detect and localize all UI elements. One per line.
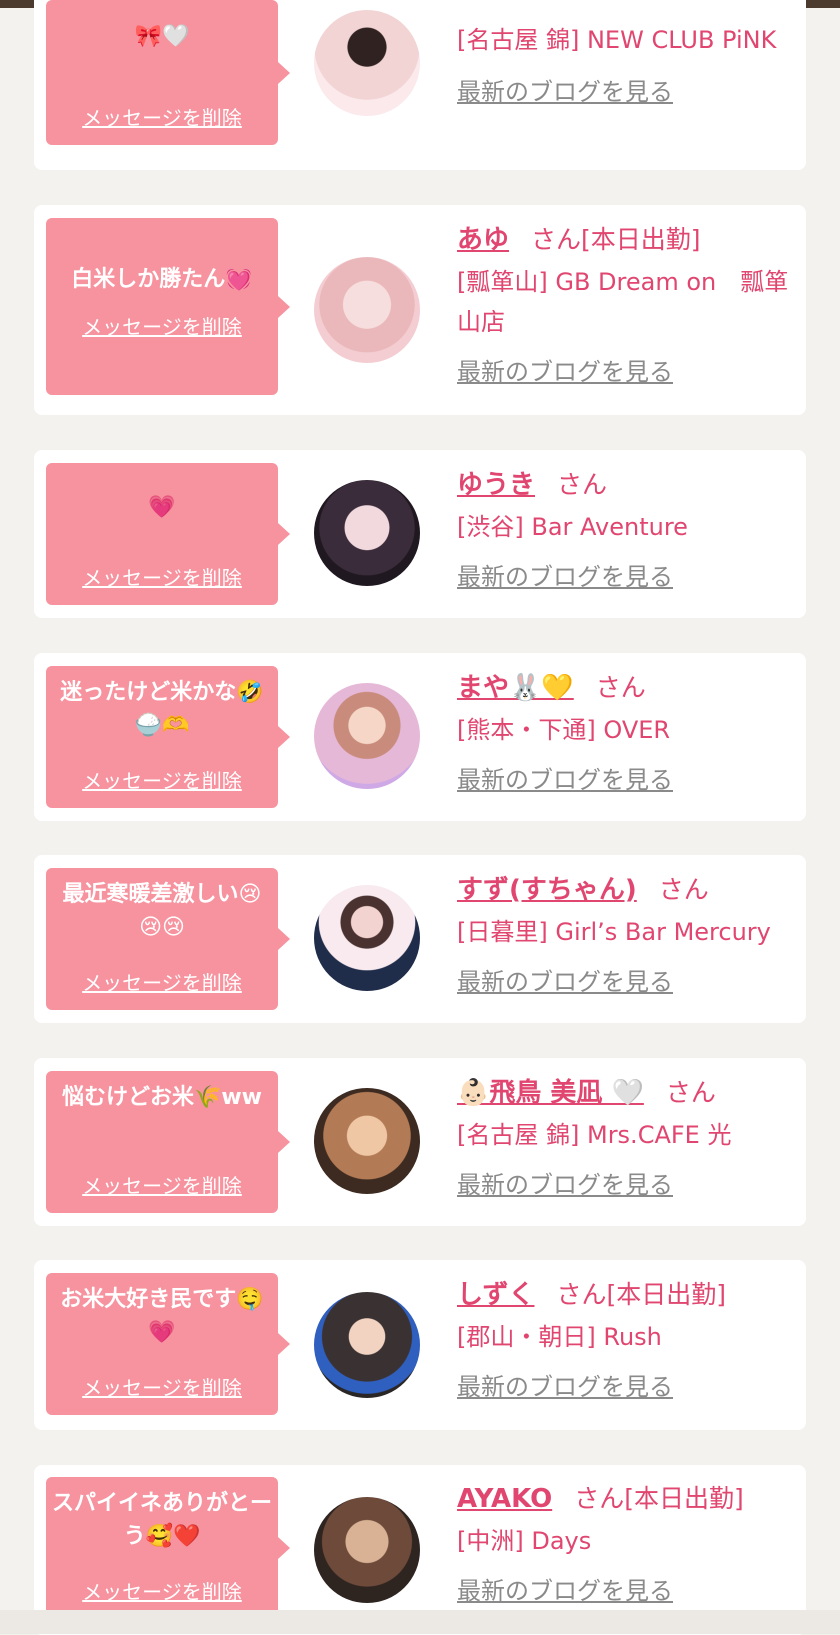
latest-blog-link[interactable]: 最新のブログを見る [457, 968, 673, 996]
shop-name: [名古屋 錦] Mrs.CAFE 光 [457, 1121, 732, 1149]
user-name-link[interactable]: しずく [457, 1280, 534, 1310]
delete-message-link[interactable]: メッセージを削除 [46, 102, 278, 131]
avatar[interactable] [314, 10, 420, 116]
delete-message-link[interactable]: メッセージを削除 [46, 1576, 278, 1605]
latest-blog-link[interactable]: 最新のブログを見る [457, 358, 673, 386]
avatar[interactable] [314, 885, 420, 991]
avatar[interactable] [314, 1497, 420, 1603]
message-text: 白米しか勝たん💓 [71, 267, 253, 292]
shop-name: [郡山・朝日] Rush [457, 1323, 662, 1351]
message-text: 迷ったけど米かな🤣🍚🫶 [60, 680, 264, 738]
honorific: さん [556, 1280, 607, 1309]
message-card: 💗 メッセージを削除 ゆうき さん [渋谷] Bar Aventure 最新のブロ… [34, 450, 806, 618]
shop-name: [熊本・下通] OVER [457, 716, 671, 744]
delete-message-link[interactable]: メッセージを削除 [46, 1170, 278, 1199]
status-badge: [本日出勤] [606, 1280, 727, 1309]
delete-message-link[interactable]: メッセージを削除 [46, 311, 278, 340]
bottom-edge-bar [0, 1610, 840, 1634]
user-info: まや🐰💛 さん [熊本・下通] OVER 最新のブログを見る [457, 667, 796, 795]
user-info: ゆうき さん [渋谷] Bar Aventure 最新のブログを見る [457, 464, 796, 592]
message-bubble: 迷ったけど米かな🤣🍚🫶 メッセージを削除 [46, 666, 290, 808]
message-text: 最近寒暖差激しい😢😢😢 [62, 882, 262, 940]
message-card: 悩むけどお米🌾ww メッセージを削除 👶🏻飛鳥 美凪 🤍 さん [名古屋 錦] M… [34, 1058, 806, 1226]
latest-blog-link[interactable]: 最新のブログを見る [457, 1577, 673, 1605]
message-bubble: スパイイネありがとーう🥰❤️ メッセージを削除 [46, 1477, 290, 1619]
avatar[interactable] [314, 683, 420, 789]
message-bubble: 白米しか勝たん💓 メッセージを削除 [46, 218, 290, 395]
status-badge: [本日出勤] [581, 225, 701, 254]
user-name-link[interactable]: あゆ [457, 225, 509, 255]
shop-name: [渋谷] Bar Aventure [457, 513, 688, 541]
latest-blog-link[interactable]: 最新のブログを見る [457, 1171, 673, 1199]
honorific: さん [574, 1484, 625, 1513]
user-name-link[interactable]: AYAKO [457, 1484, 552, 1514]
message-text: 💗 [148, 495, 176, 520]
shop-name: [名古屋 錦] NEW CLUB PiNK [457, 26, 777, 54]
honorific: さん [665, 1078, 716, 1107]
message-card: お米大好き民です🤤💗 メッセージを削除 しずく さん[本日出勤] [郡山・朝日] … [34, 1260, 806, 1430]
message-text: 悩むけどお米🌾ww [61, 1085, 263, 1110]
message-card: 最近寒暖差激しい😢😢😢 メッセージを削除 すず(すちゃん) さん [日暮里] Gi… [34, 855, 806, 1023]
avatar[interactable] [314, 1088, 420, 1194]
message-bubble: 💗 メッセージを削除 [46, 463, 290, 605]
honorific: さん [595, 673, 646, 702]
shop-name: [瓢箪山] GB Dream on 瓢箪山店 [457, 268, 789, 336]
latest-blog-link[interactable]: 最新のブログを見る [457, 563, 673, 591]
user-info: 👶🏻飛鳥 美凪 🤍 さん [名古屋 錦] Mrs.CAFE 光 最新のブログを見る [457, 1072, 796, 1200]
latest-blog-link[interactable]: 最新のブログを見る [457, 78, 673, 106]
avatar[interactable] [314, 1292, 420, 1398]
status-badge: [本日出勤] [624, 1484, 744, 1513]
message-text: 🎀🤍 [134, 24, 190, 49]
message-text: スパイイネありがとーう🥰❤️ [52, 1491, 273, 1549]
user-name-link[interactable]: すず(すちゃん) [457, 875, 637, 905]
latest-blog-link[interactable]: 最新のブログを見る [457, 1373, 673, 1401]
user-info: しずく さん[本日出勤] [郡山・朝日] Rush 最新のブログを見る [457, 1274, 796, 1402]
avatar[interactable] [314, 257, 420, 363]
message-bubble: 🎀🤍 メッセージを削除 [46, 0, 290, 145]
honorific: さん [658, 875, 709, 904]
message-text: お米大好き民です🤤💗 [60, 1287, 264, 1345]
user-info: すず(すちゃん) さん [日暮里] Girl’s Bar Mercury 最新のブ… [457, 869, 796, 997]
user-name-link[interactable]: まや🐰💛 [457, 673, 574, 703]
delete-message-link[interactable]: メッセージを削除 [46, 1372, 278, 1401]
message-card: 🎀🤍 メッセージを削除 [名古屋 錦] NEW CLUB PiNK 最新のブログ… [34, 0, 806, 170]
message-card: 迷ったけど米かな🤣🍚🫶 メッセージを削除 まや🐰💛 さん [熊本・下通] OVER… [34, 653, 806, 821]
avatar[interactable] [314, 480, 420, 586]
honorific: さん [531, 225, 582, 254]
honorific: さん [557, 470, 608, 499]
user-name-link[interactable]: ゆうき [457, 470, 535, 500]
delete-message-link[interactable]: メッセージを削除 [46, 562, 278, 591]
delete-message-link[interactable]: メッセージを削除 [46, 967, 278, 996]
shop-name: [中洲] Days [457, 1527, 592, 1555]
user-info: あゆ さん[本日出勤] [瓢箪山] GB Dream on 瓢箪山店 最新のブログ… [457, 219, 796, 387]
user-name-link[interactable]: 👶🏻飛鳥 美凪 🤍 [457, 1078, 644, 1108]
latest-blog-link[interactable]: 最新のブログを見る [457, 766, 673, 794]
user-info: AYAKO さん[本日出勤] [中洲] Days 最新のブログを見る [457, 1479, 796, 1606]
message-bubble: 最近寒暖差激しい😢😢😢 メッセージを削除 [46, 868, 290, 1010]
message-bubble: お米大好き民です🤤💗 メッセージを削除 [46, 1273, 290, 1415]
shop-name: [日暮里] Girl’s Bar Mercury [457, 918, 771, 946]
message-card: 白米しか勝たん💓 メッセージを削除 あゆ さん[本日出勤] [瓢箪山] GB Dr… [34, 205, 806, 415]
message-bubble: 悩むけどお米🌾ww メッセージを削除 [46, 1071, 290, 1213]
delete-message-link[interactable]: メッセージを削除 [46, 765, 278, 794]
user-info: [名古屋 錦] NEW CLUB PiNK 最新のブログを見る [457, 20, 796, 107]
